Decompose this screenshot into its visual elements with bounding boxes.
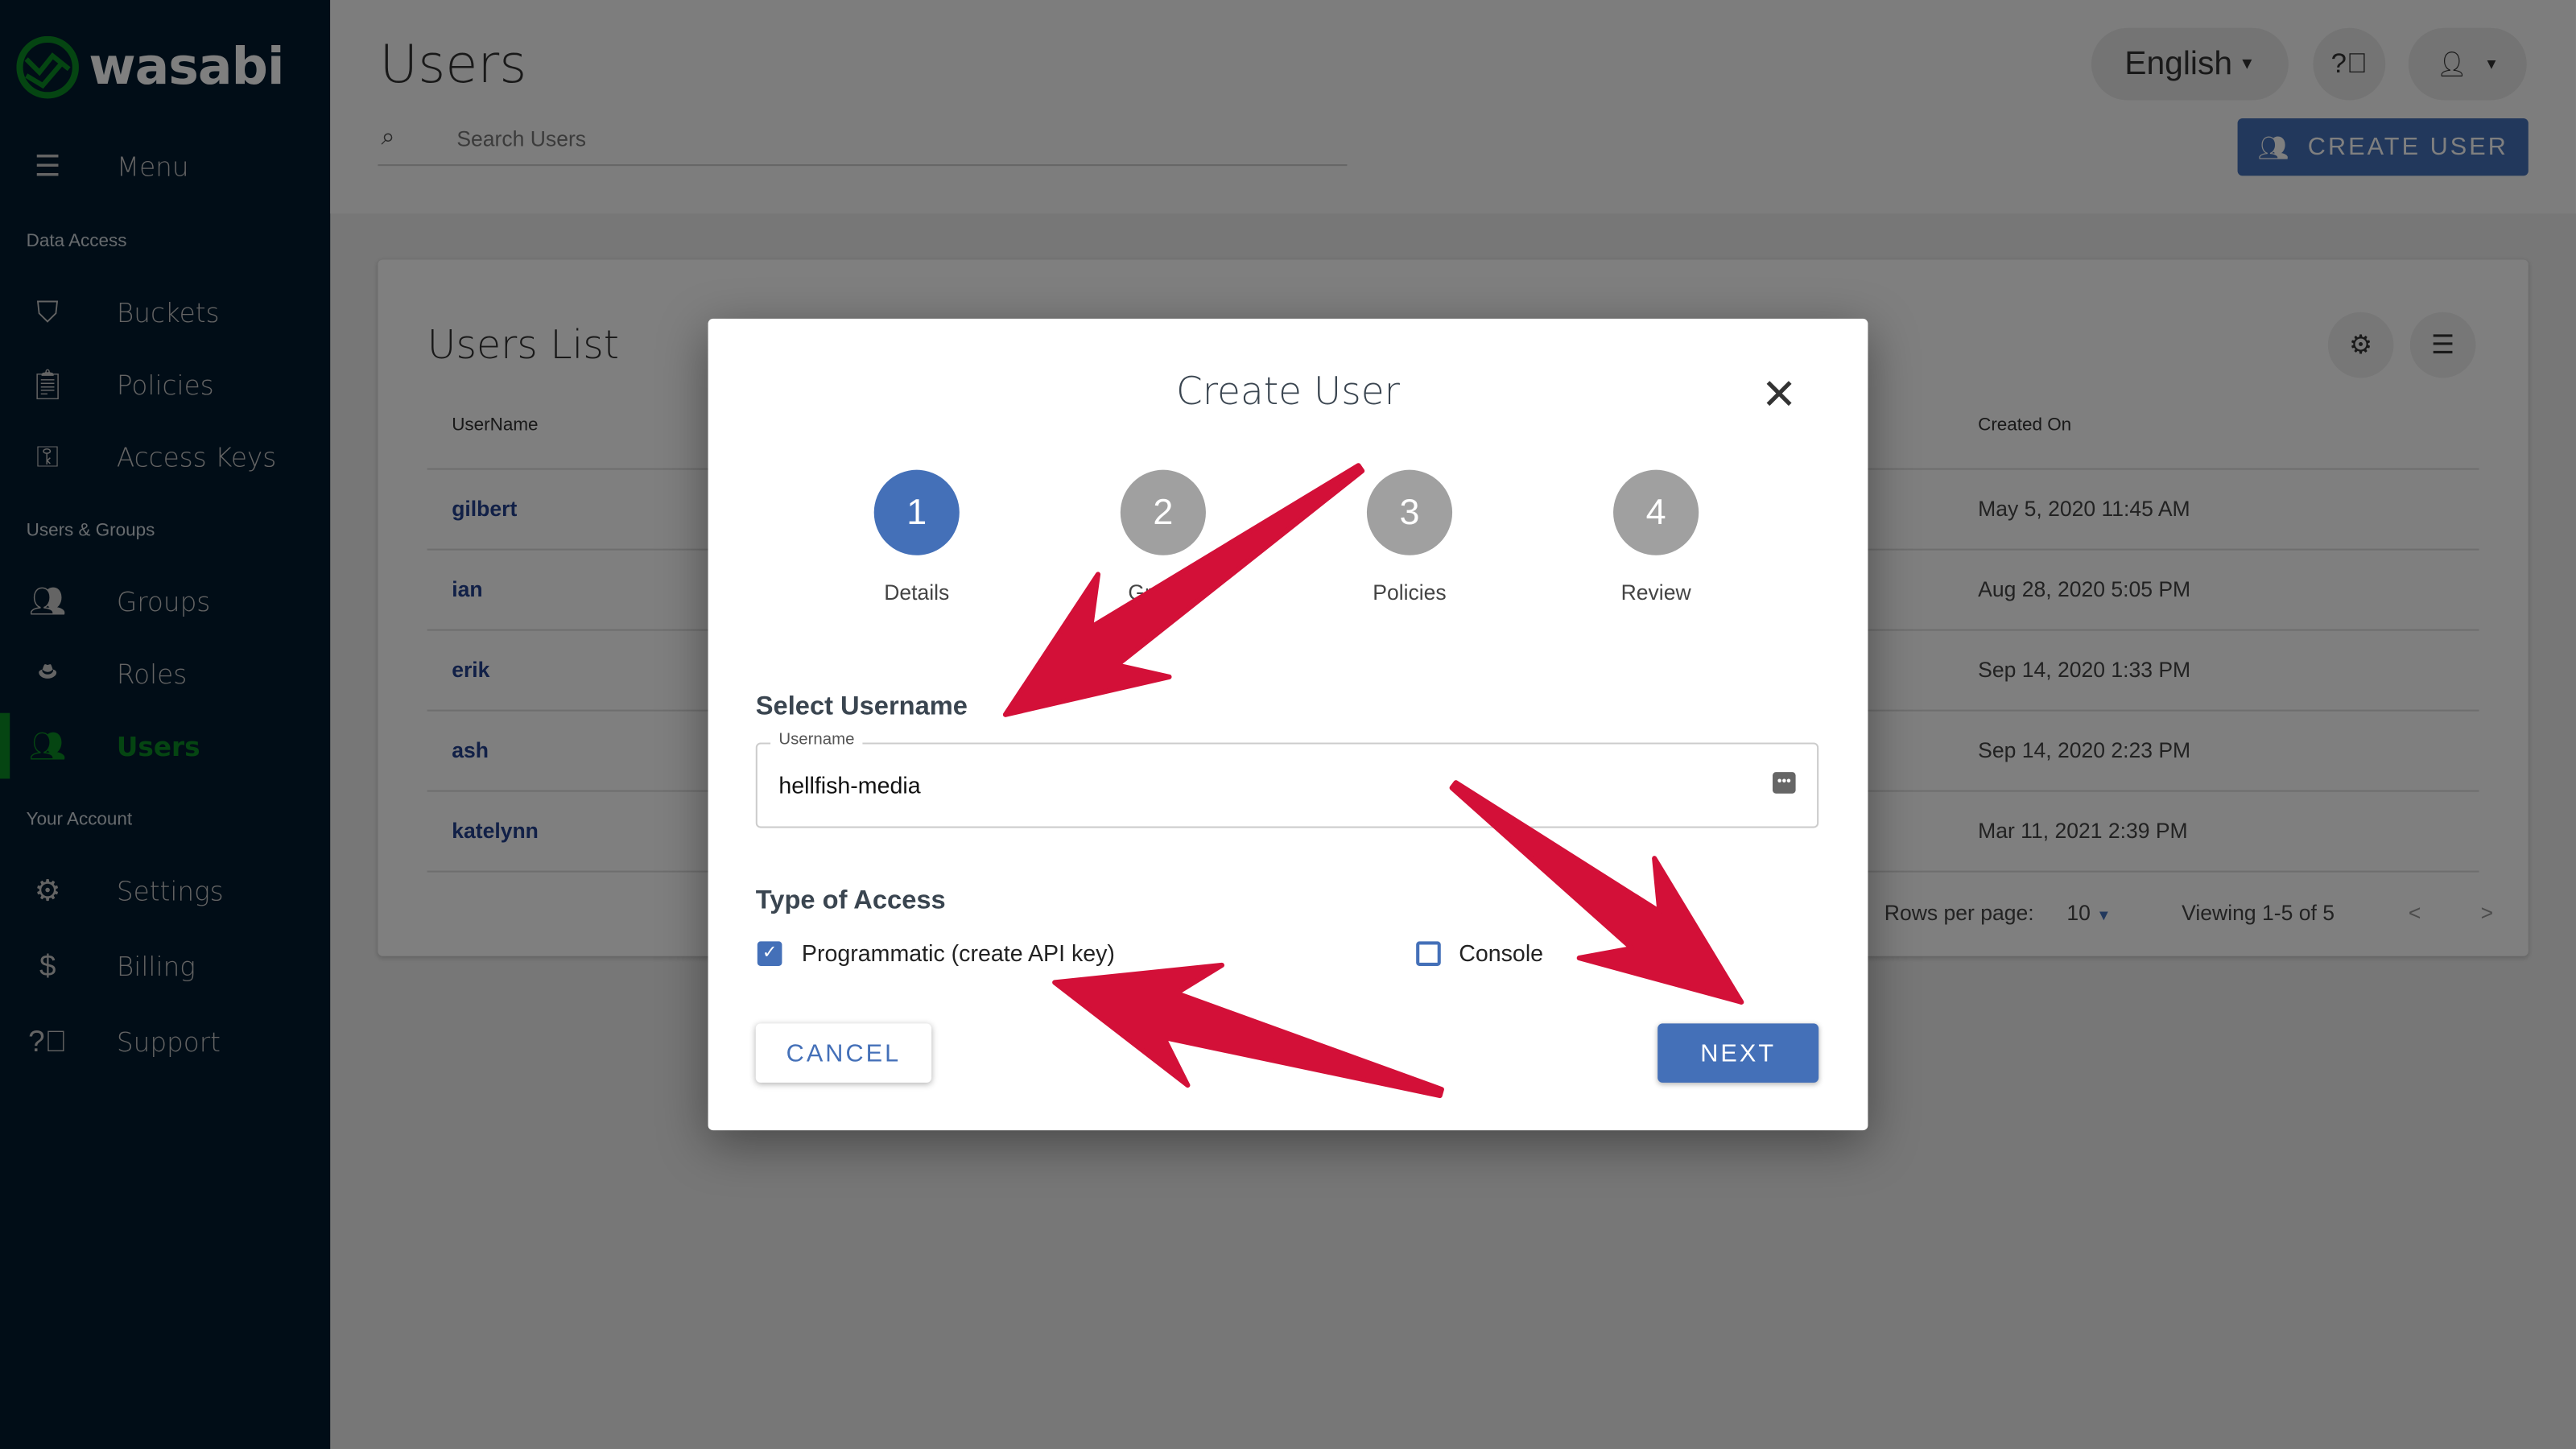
arrow-to-programmatic <box>1052 962 1444 1099</box>
arrow-to-username <box>1002 463 1365 717</box>
annotation-arrows <box>1002 463 1744 1099</box>
arrow-to-next-button <box>1449 780 1744 1005</box>
